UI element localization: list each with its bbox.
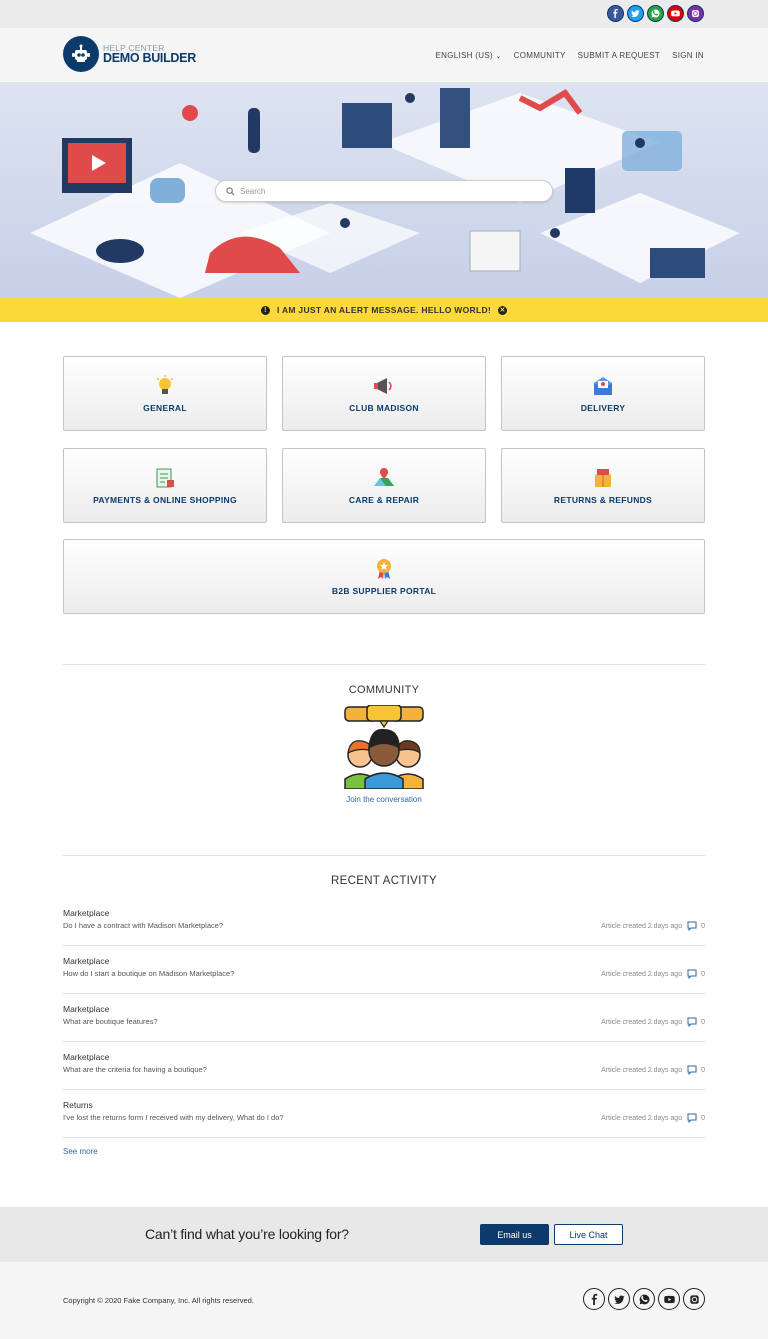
logo-title: DEMO BUILDER xyxy=(103,51,196,65)
activity-section[interactable]: Marketplace xyxy=(63,1004,109,1014)
copyright-text: Copyright © 2020 Fake Company, Inc. All … xyxy=(63,1296,254,1305)
comment-icon xyxy=(687,969,697,979)
map-pin-icon xyxy=(374,468,394,486)
youtube-icon[interactable] xyxy=(658,1288,680,1310)
whatsapp-icon[interactable] xyxy=(633,1288,655,1310)
category-label: CLUB MADISON xyxy=(349,403,419,413)
activity-title[interactable]: Do I have a contract with Madison Market… xyxy=(63,921,223,930)
category-label: B2B SUPPLIER PORTAL xyxy=(331,586,437,596)
category-label: CARE & REPAIR xyxy=(348,495,420,505)
activity-meta: Article created 2 days ago xyxy=(601,1018,683,1026)
activity-item: Marketplace How do I start a boutique on… xyxy=(63,946,705,994)
activity-item: Returns I've lost the returns form I rec… xyxy=(63,1090,705,1138)
activity-section[interactable]: Marketplace xyxy=(63,956,109,966)
activity-item: Marketplace What are the criteria for ha… xyxy=(63,1042,705,1090)
robot-logo-icon xyxy=(63,36,99,72)
comment-count: 0 xyxy=(701,1018,705,1026)
activity-item: Marketplace What are boutique features? … xyxy=(63,994,705,1042)
chevron-down-icon: ⌄ xyxy=(495,53,502,60)
activity-title[interactable]: I've lost the returns form I received wi… xyxy=(63,1113,284,1122)
alert-message: I AM JUST AN ALERT MESSAGE. HELLO WORLD! xyxy=(276,305,492,315)
whatsapp-icon[interactable] xyxy=(647,5,664,22)
live-chat-button[interactable]: Live Chat xyxy=(554,1224,623,1245)
mail-icon xyxy=(594,377,612,395)
language-selector[interactable]: ENGLISH (US) ⌄ xyxy=(436,51,502,60)
category-delivery[interactable]: DELIVERY xyxy=(501,356,705,431)
activity-title[interactable]: What are the criteria for having a bouti… xyxy=(63,1065,207,1074)
comment-count: 0 xyxy=(701,1066,705,1074)
activity-section[interactable]: Marketplace xyxy=(63,908,109,918)
join-conversation-link[interactable]: Join the conversation xyxy=(0,795,768,804)
twitter-icon[interactable] xyxy=(627,5,644,22)
cta-question: Can’t find what you’re looking for? xyxy=(145,1226,349,1242)
category-care-repair[interactable]: CARE & REPAIR xyxy=(282,448,486,523)
language-label: ENGLISH (US) xyxy=(435,51,493,60)
nav-community[interactable]: COMMUNITY xyxy=(514,51,566,60)
exclamation-icon: ! xyxy=(260,305,270,315)
divider xyxy=(63,855,705,856)
activity-meta: Article created 2 days ago xyxy=(601,970,683,978)
activity-item: Marketplace Do I have a contract with Ma… xyxy=(63,898,705,946)
category-payments[interactable]: PAYMENTS & ONLINE SHOPPING xyxy=(63,448,267,523)
social-bar xyxy=(0,0,768,28)
category-label: DELIVERY xyxy=(580,403,626,413)
activity-meta: Article created 2 days ago xyxy=(601,1114,683,1122)
search-box[interactable] xyxy=(215,180,553,202)
search-input[interactable] xyxy=(240,186,540,196)
facebook-icon[interactable] xyxy=(583,1288,605,1310)
category-general[interactable]: GENERAL xyxy=(63,356,267,431)
category-label: GENERAL xyxy=(143,403,187,413)
see-more-link[interactable]: See more xyxy=(63,1147,98,1156)
logo[interactable]: HELP CENTER DEMO BUILDER xyxy=(63,36,196,72)
recent-activity-title: RECENT ACTIVITY xyxy=(331,875,437,887)
comment-count: 0 xyxy=(701,922,705,930)
nav-submit-request[interactable]: SUBMIT A REQUEST xyxy=(578,51,660,60)
category-club-madison[interactable]: CLUB MADISON xyxy=(282,356,486,431)
comment-icon xyxy=(687,1017,697,1027)
community-title: COMMUNITY xyxy=(348,684,420,696)
search-icon xyxy=(226,186,235,196)
contact-cta: Can’t find what you’re looking for? Emai… xyxy=(0,1207,768,1262)
social-links xyxy=(607,5,704,22)
comment-icon xyxy=(687,1065,697,1075)
email-us-button[interactable]: Email us xyxy=(480,1224,549,1245)
award-icon xyxy=(377,559,391,579)
activity-title[interactable]: How do I start a boutique on Madison Mar… xyxy=(63,969,234,978)
comment-count: 0 xyxy=(701,970,705,978)
facebook-icon[interactable] xyxy=(607,5,624,22)
nav-sign-in[interactable]: SIGN IN xyxy=(672,51,704,60)
activity-title[interactable]: What are boutique features? xyxy=(63,1017,158,1026)
comment-icon xyxy=(687,921,697,931)
category-label: RETURNS & REFUNDS xyxy=(553,495,653,505)
footer-social-links xyxy=(583,1288,705,1310)
site-footer: Copyright © 2020 Fake Company, Inc. All … xyxy=(0,1262,768,1339)
category-returns[interactable]: RETURNS & REFUNDS xyxy=(501,448,705,523)
alert-banner: ! I AM JUST AN ALERT MESSAGE. HELLO WORL… xyxy=(0,298,768,322)
instagram-icon[interactable] xyxy=(687,5,704,22)
main-nav: ENGLISH (US) ⌄ COMMUNITY SUBMIT A REQUES… xyxy=(436,51,704,60)
category-b2b-portal[interactable]: B2B SUPPLIER PORTAL xyxy=(63,539,705,614)
divider xyxy=(63,664,705,665)
comment-icon xyxy=(687,1113,697,1123)
category-label: PAYMENTS & ONLINE SHOPPING xyxy=(93,495,237,505)
lightbulb-icon xyxy=(156,375,174,394)
activity-meta: Article created 2 days ago xyxy=(601,922,683,930)
site-header: HELP CENTER DEMO BUILDER ENGLISH (US) ⌄ … xyxy=(0,28,768,83)
youtube-icon[interactable] xyxy=(667,5,684,22)
hero-banner xyxy=(0,83,768,298)
activity-meta: Article created 2 days ago xyxy=(601,1066,683,1074)
megaphone-icon xyxy=(374,378,392,394)
activity-section[interactable]: Returns xyxy=(63,1100,93,1110)
activity-section[interactable]: Marketplace xyxy=(63,1052,109,1062)
checklist-icon xyxy=(156,468,174,488)
package-icon xyxy=(594,469,612,487)
comment-count: 0 xyxy=(701,1114,705,1122)
twitter-icon[interactable] xyxy=(608,1288,630,1310)
close-icon[interactable]: ✕ xyxy=(498,305,508,315)
instagram-icon[interactable] xyxy=(683,1288,705,1310)
community-people-icon xyxy=(344,705,424,789)
